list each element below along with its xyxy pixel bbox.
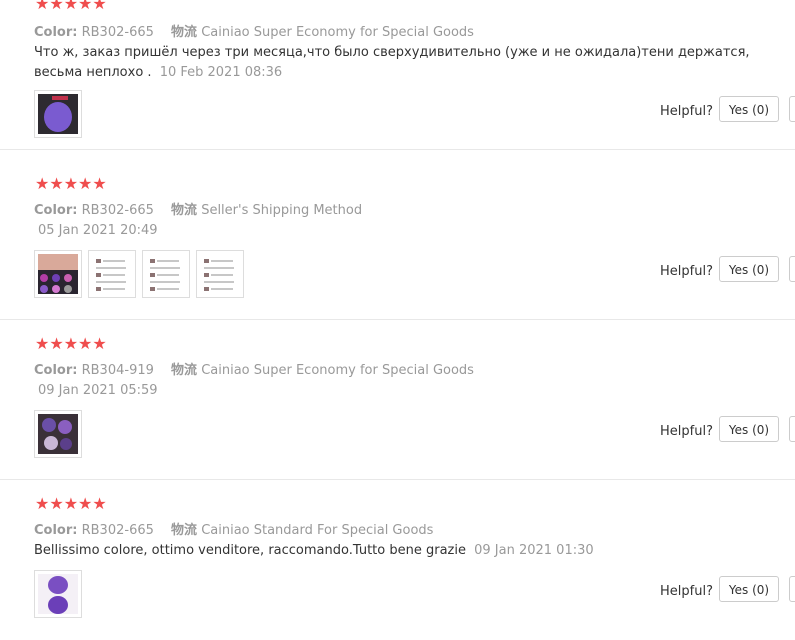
helpful-no-button[interactable] (789, 576, 795, 602)
review-date: 09 Jan 2021 01:30 (474, 543, 594, 558)
color-value: RB302-665 (81, 523, 154, 538)
review-meta: Color: RB304-919 物流 Cainiao Super Econom… (34, 359, 474, 378)
helpful-no-button[interactable] (789, 256, 795, 282)
review-item: ★★★★★ Color: RB302-665 物流 Cainiao Standa… (0, 480, 795, 640)
review-meta: Color: RB302-665 物流 Cainiao Standard For… (34, 519, 433, 538)
star-rating: ★★★★★ (35, 174, 107, 193)
helpful-yes-button[interactable]: Yes (0) (719, 256, 779, 282)
review-text-block: Bellissimo colore, ottimo venditore, rac… (34, 541, 754, 561)
color-label: Color: (34, 523, 78, 538)
helpful-label: Helpful? (660, 104, 713, 119)
review-text-block: 09 Jan 2021 05:59 (34, 381, 754, 401)
review-photo[interactable] (34, 410, 82, 458)
color-label: Color: (34, 25, 78, 40)
helpful-no-button[interactable] (789, 96, 795, 122)
helpful-yes-button[interactable]: Yes (0) (719, 416, 779, 442)
review-photo[interactable] (142, 250, 190, 298)
shipping-value: Cainiao Super Economy for Special Goods (201, 25, 474, 40)
shipping-label: 物流 (171, 523, 198, 538)
review-photo[interactable] (34, 250, 82, 298)
review-meta: Color: RB302-665 物流 Cainiao Super Econom… (34, 21, 474, 40)
shipping-label: 物流 (171, 363, 198, 378)
helpful-label: Helpful? (660, 264, 713, 279)
shipping-label: 物流 (171, 203, 198, 218)
helpful-yes-button[interactable]: Yes (0) (719, 96, 779, 122)
shipping-value: Cainiao Super Economy for Special Goods (201, 363, 474, 378)
review-text: Что ж, заказ пришёл через три месяца,что… (34, 45, 750, 80)
review-item: ★★★★★ Color: RB302-665 物流 Cainiao Super … (0, 0, 795, 150)
review-text: Bellissimo colore, ottimo venditore, rac… (34, 543, 466, 558)
review-item: ★★★★★ Color: RB304-919 物流 Cainiao Super … (0, 320, 795, 480)
color-value: RB302-665 (81, 203, 154, 218)
review-photo[interactable] (88, 250, 136, 298)
helpful-yes-button[interactable]: Yes (0) (719, 576, 779, 602)
color-value: RB302-665 (81, 25, 154, 40)
color-value: RB304-919 (81, 363, 154, 378)
helpful-label: Helpful? (660, 584, 713, 599)
shipping-label: 物流 (171, 25, 198, 40)
review-photo[interactable] (34, 90, 82, 138)
review-photos (34, 250, 244, 298)
review-date: 10 Feb 2021 08:36 (159, 65, 283, 80)
review-meta: Color: RB302-665 物流 Seller's Shipping Me… (34, 199, 362, 218)
review-photos (34, 90, 82, 138)
review-photos (34, 410, 82, 458)
star-rating: ★★★★★ (35, 494, 107, 513)
shipping-value: Cainiao Standard For Special Goods (201, 523, 434, 538)
review-text-block: Что ж, заказ пришёл через три месяца,что… (34, 43, 754, 83)
helpful-label: Helpful? (660, 424, 713, 439)
helpful-no-button[interactable] (789, 416, 795, 442)
review-text-block: 05 Jan 2021 20:49 (34, 221, 754, 241)
color-label: Color: (34, 363, 78, 378)
color-label: Color: (34, 203, 78, 218)
star-rating: ★★★★★ (35, 0, 107, 13)
review-date: 09 Jan 2021 05:59 (38, 383, 158, 398)
review-item: ★★★★★ Color: RB302-665 物流 Seller's Shipp… (0, 160, 795, 320)
review-photo[interactable] (34, 570, 82, 618)
review-photo[interactable] (196, 250, 244, 298)
shipping-value: Seller's Shipping Method (201, 203, 363, 218)
review-date: 05 Jan 2021 20:49 (38, 223, 158, 238)
review-photos (34, 570, 82, 618)
star-rating: ★★★★★ (35, 334, 107, 353)
